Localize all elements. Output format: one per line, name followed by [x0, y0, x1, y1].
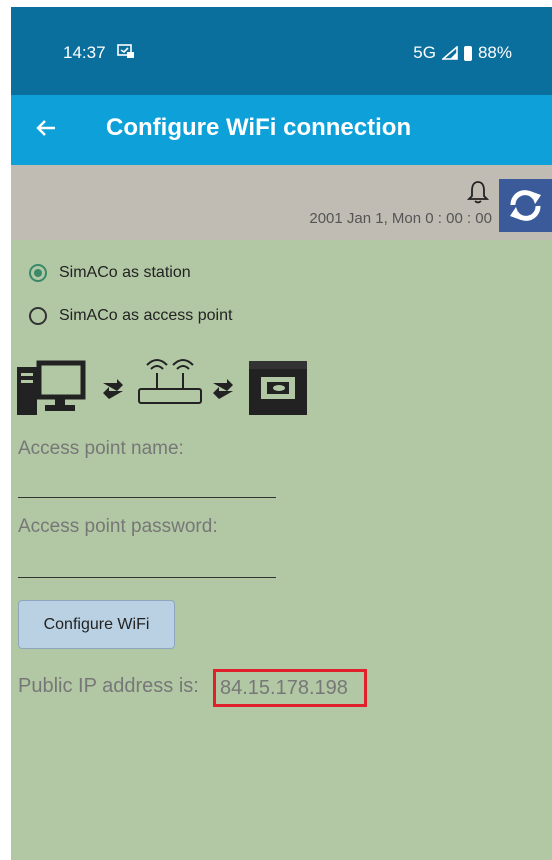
radio-station-label: SimACo as station — [59, 264, 191, 281]
router-icon — [138, 359, 202, 404]
sync-button[interactable] — [499, 179, 552, 232]
page-title: Configure WiFi connection — [106, 114, 412, 141]
signal-icon — [441, 46, 458, 60]
app-bar: Configure WiFi connection — [11, 95, 552, 165]
battery-percent: 88% — [477, 43, 512, 62]
sync-icon — [510, 190, 541, 221]
radio-station-indicator[interactable] — [29, 264, 47, 282]
radio-access-point-indicator[interactable] — [29, 307, 47, 325]
aquarium-controller-icon — [249, 361, 307, 415]
configure-wifi-button[interactable]: Configure WiFi — [18, 600, 175, 649]
ip-address-highlight: 84.15.178.198 — [213, 669, 367, 707]
ap-name-label: Access point name: — [18, 438, 184, 459]
device-datetime: 2001 Jan 1, Mon 0 : 00 : 00 — [309, 210, 492, 227]
status-bar: 14:37 5G 88% — [11, 7, 552, 95]
radio-station[interactable]: SimACo as station — [29, 264, 191, 282]
radio-access-point[interactable]: SimACo as access point — [29, 307, 232, 325]
arrows-icon — [213, 379, 233, 399]
bell-icon[interactable] — [467, 179, 489, 205]
ip-label: Public IP address is: — [18, 675, 199, 697]
info-bar: 2001 Jan 1, Mon 0 : 00 : 00 — [11, 165, 552, 240]
battery-icon — [463, 45, 472, 61]
status-indicators: 5G 88% — [413, 43, 512, 63]
connection-diagram — [17, 359, 307, 415]
app-screen: 14:37 5G 88% Configure WiFi connection 2… — [11, 7, 552, 860]
arrows-icon — [103, 379, 123, 399]
radio-access-point-label: SimACo as access point — [59, 307, 233, 324]
back-arrow-icon[interactable] — [35, 117, 57, 139]
status-time: 14:37 — [63, 43, 106, 62]
computer-icon — [17, 360, 86, 415]
ap-password-label: Access point password: — [18, 516, 218, 537]
ap-password-input[interactable] — [18, 577, 276, 578]
ap-name-input[interactable] — [18, 497, 276, 498]
notification-icon — [117, 44, 134, 58]
ip-address-value: 84.15.178.198 — [220, 676, 348, 699]
network-label: 5G — [413, 43, 436, 62]
